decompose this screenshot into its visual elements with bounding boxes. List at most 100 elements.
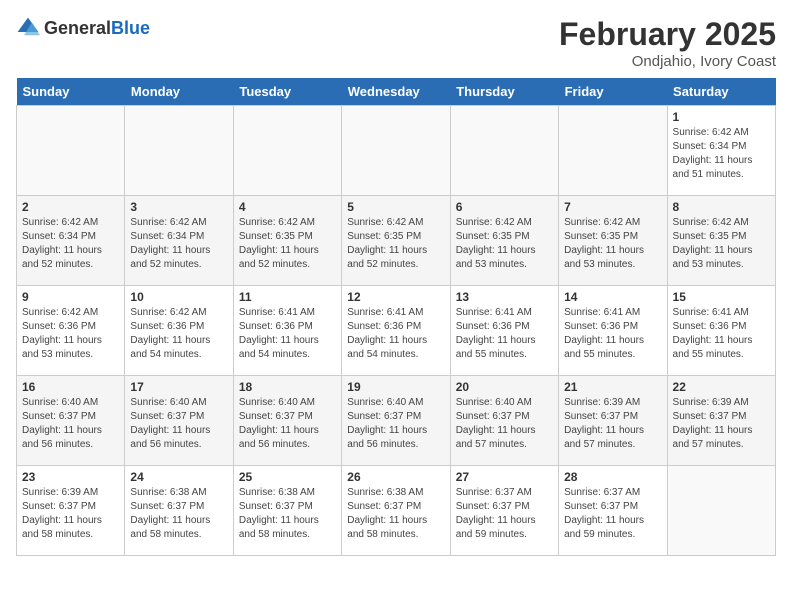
day-info: Sunrise: 6:41 AM Sunset: 6:36 PM Dayligh…: [239, 306, 336, 362]
day-number: 1: [673, 110, 770, 124]
calendar-cell: 6 Sunrise: 6:42 AM Sunset: 6:35 PM Daylig…: [450, 196, 558, 286]
day-number: 10: [130, 290, 227, 304]
day-number: 11: [239, 290, 336, 304]
calendar-cell: 24 Sunrise: 6:38 AM Sunset: 6:37 PM Dayli…: [125, 466, 233, 556]
logo: GeneralBlue: [16, 16, 150, 40]
calendar-cell: 14 Sunrise: 6:41 AM Sunset: 6:36 PM Dayli…: [559, 286, 667, 376]
calendar-cell: [342, 106, 450, 196]
calendar-cell: 28 Sunrise: 6:37 AM Sunset: 6:37 PM Dayli…: [559, 466, 667, 556]
weekday-header-wednesday: Wednesday: [342, 78, 450, 106]
calendar-cell: 7 Sunrise: 6:42 AM Sunset: 6:35 PM Daylig…: [559, 196, 667, 286]
weekday-header-saturday: Saturday: [667, 78, 775, 106]
calendar-cell: 27Sunrise: 6:37 AM Sunset: 6:37 PM Dayli…: [450, 466, 558, 556]
day-info: Sunrise: 6:42 AM Sunset: 6:35 PM Dayligh…: [347, 216, 444, 272]
day-info: Sunrise: 6:42 AM Sunset: 6:36 PM Dayligh…: [22, 306, 119, 362]
day-number: 13: [456, 290, 553, 304]
day-number: 25: [239, 470, 336, 484]
day-number: 24: [130, 470, 227, 484]
calendar-cell: 23 Sunrise: 6:39 AM Sunset: 6:37 PM Dayli…: [17, 466, 125, 556]
calendar-week-3: 9 Sunrise: 6:42 AM Sunset: 6:36 PM Daylig…: [17, 286, 776, 376]
day-number: 8: [673, 200, 770, 214]
day-number: 2: [22, 200, 119, 214]
weekday-header-tuesday: Tuesday: [233, 78, 341, 106]
day-number: 18: [239, 380, 336, 394]
day-number: 3: [130, 200, 227, 214]
calendar-cell: 10 Sunrise: 6:42 AM Sunset: 6:36 PM Dayli…: [125, 286, 233, 376]
day-info: Sunrise: 6:42 AM Sunset: 6:34 PM Dayligh…: [22, 216, 119, 272]
day-info: Sunrise: 6:40 AM Sunset: 6:37 PM Dayligh…: [456, 396, 553, 452]
calendar-cell: 2 Sunrise: 6:42 AM Sunset: 6:34 PM Daylig…: [17, 196, 125, 286]
day-info: Sunrise: 6:40 AM Sunset: 6:37 PM Dayligh…: [347, 396, 444, 452]
day-info: Sunrise: 6:40 AM Sunset: 6:37 PM Dayligh…: [239, 396, 336, 452]
calendar-table: SundayMondayTuesdayWednesdayThursdayFrid…: [16, 78, 776, 556]
day-info: Sunrise: 6:42 AM Sunset: 6:34 PM Dayligh…: [673, 126, 770, 182]
calendar-cell: 18 Sunrise: 6:40 AM Sunset: 6:37 PM Dayli…: [233, 376, 341, 466]
calendar-cell: 26Sunrise: 6:38 AM Sunset: 6:37 PM Dayli…: [342, 466, 450, 556]
day-info: Sunrise: 6:39 AM Sunset: 6:37 PM Dayligh…: [673, 396, 770, 452]
calendar-cell: 4 Sunrise: 6:42 AM Sunset: 6:35 PM Daylig…: [233, 196, 341, 286]
day-info: Sunrise: 6:39 AM Sunset: 6:37 PM Dayligh…: [22, 486, 119, 542]
calendar-cell: 21Sunrise: 6:39 AM Sunset: 6:37 PM Dayli…: [559, 376, 667, 466]
day-info: Sunrise: 6:42 AM Sunset: 6:35 PM Dayligh…: [564, 216, 661, 272]
day-number: 20: [456, 380, 553, 394]
calendar-cell: [450, 106, 558, 196]
logo-text: GeneralBlue: [44, 18, 150, 39]
day-number: 4: [239, 200, 336, 214]
calendar-cell: [17, 106, 125, 196]
day-info: Sunrise: 6:41 AM Sunset: 6:36 PM Dayligh…: [564, 306, 661, 362]
day-number: 17: [130, 380, 227, 394]
page-subtitle: Ondjahio, Ivory Coast: [559, 53, 776, 70]
day-number: 7: [564, 200, 661, 214]
calendar-cell: [233, 106, 341, 196]
calendar-cell: 16Sunrise: 6:40 AM Sunset: 6:37 PM Dayli…: [17, 376, 125, 466]
day-number: 16: [22, 380, 119, 394]
calendar-cell: 15 Sunrise: 6:41 AM Sunset: 6:36 PM Dayli…: [667, 286, 775, 376]
day-number: 14: [564, 290, 661, 304]
day-info: Sunrise: 6:42 AM Sunset: 6:35 PM Dayligh…: [456, 216, 553, 272]
calendar-cell: [125, 106, 233, 196]
calendar-cell: 9 Sunrise: 6:42 AM Sunset: 6:36 PM Daylig…: [17, 286, 125, 376]
weekday-header-thursday: Thursday: [450, 78, 558, 106]
day-info: Sunrise: 6:41 AM Sunset: 6:36 PM Dayligh…: [456, 306, 553, 362]
weekday-header-sunday: Sunday: [17, 78, 125, 106]
page-title: February 2025: [559, 16, 776, 53]
day-info: Sunrise: 6:41 AM Sunset: 6:36 PM Dayligh…: [347, 306, 444, 362]
day-number: 6: [456, 200, 553, 214]
weekday-header-friday: Friday: [559, 78, 667, 106]
calendar-header-row: SundayMondayTuesdayWednesdayThursdayFrid…: [17, 78, 776, 106]
calendar-cell: 17 Sunrise: 6:40 AM Sunset: 6:37 PM Dayli…: [125, 376, 233, 466]
day-info: Sunrise: 6:38 AM Sunset: 6:37 PM Dayligh…: [347, 486, 444, 542]
day-info: Sunrise: 6:40 AM Sunset: 6:37 PM Dayligh…: [130, 396, 227, 452]
calendar-cell: 3 Sunrise: 6:42 AM Sunset: 6:34 PM Daylig…: [125, 196, 233, 286]
day-info: Sunrise: 6:42 AM Sunset: 6:34 PM Dayligh…: [130, 216, 227, 272]
day-number: 15: [673, 290, 770, 304]
calendar-week-1: 1 Sunrise: 6:42 AM Sunset: 6:34 PM Daylig…: [17, 106, 776, 196]
calendar-cell: 13 Sunrise: 6:41 AM Sunset: 6:36 PM Dayli…: [450, 286, 558, 376]
calendar-cell: 8Sunrise: 6:42 AM Sunset: 6:35 PM Daylig…: [667, 196, 775, 286]
day-number: 5: [347, 200, 444, 214]
day-number: 28: [564, 470, 661, 484]
calendar-cell: [667, 466, 775, 556]
logo-icon: [16, 16, 40, 40]
calendar-cell: 25 Sunrise: 6:38 AM Sunset: 6:37 PM Dayli…: [233, 466, 341, 556]
day-info: Sunrise: 6:37 AM Sunset: 6:37 PM Dayligh…: [564, 486, 661, 542]
day-number: 23: [22, 470, 119, 484]
calendar-week-4: 16 Sunrise: 6:40 AM Sunset: 6:37 PM Dayli…: [17, 376, 776, 466]
calendar-cell: 5 Sunrise: 6:42 AM Sunset: 6:35 PM Daylig…: [342, 196, 450, 286]
day-info: Sunrise: 6:42 AM Sunset: 6:36 PM Dayligh…: [130, 306, 227, 362]
calendar-cell: 22Sunrise: 6:39 AM Sunset: 6:37 PM Dayli…: [667, 376, 775, 466]
day-info: Sunrise: 6:38 AM Sunset: 6:37 PM Dayligh…: [130, 486, 227, 542]
day-info: Sunrise: 6:42 AM Sunset: 6:35 PM Dayligh…: [239, 216, 336, 272]
day-number: 9: [22, 290, 119, 304]
calendar-cell: 19 Sunrise: 6:40 AM Sunset: 6:37 PM Dayli…: [342, 376, 450, 466]
weekday-header-monday: Monday: [125, 78, 233, 106]
title-block: February 2025 Ondjahio, Ivory Coast: [559, 16, 776, 70]
day-info: Sunrise: 6:41 AM Sunset: 6:36 PM Dayligh…: [673, 306, 770, 362]
calendar-week-5: 23 Sunrise: 6:39 AM Sunset: 6:37 PM Dayli…: [17, 466, 776, 556]
day-number: 21: [564, 380, 661, 394]
calendar-cell: [559, 106, 667, 196]
calendar-cell: 20 Sunrise: 6:40 AM Sunset: 6:37 PM Dayli…: [450, 376, 558, 466]
calendar-cell: 1 Sunrise: 6:42 AM Sunset: 6:34 PM Daylig…: [667, 106, 775, 196]
day-info: Sunrise: 6:38 AM Sunset: 6:37 PM Dayligh…: [239, 486, 336, 542]
day-number: 19: [347, 380, 444, 394]
